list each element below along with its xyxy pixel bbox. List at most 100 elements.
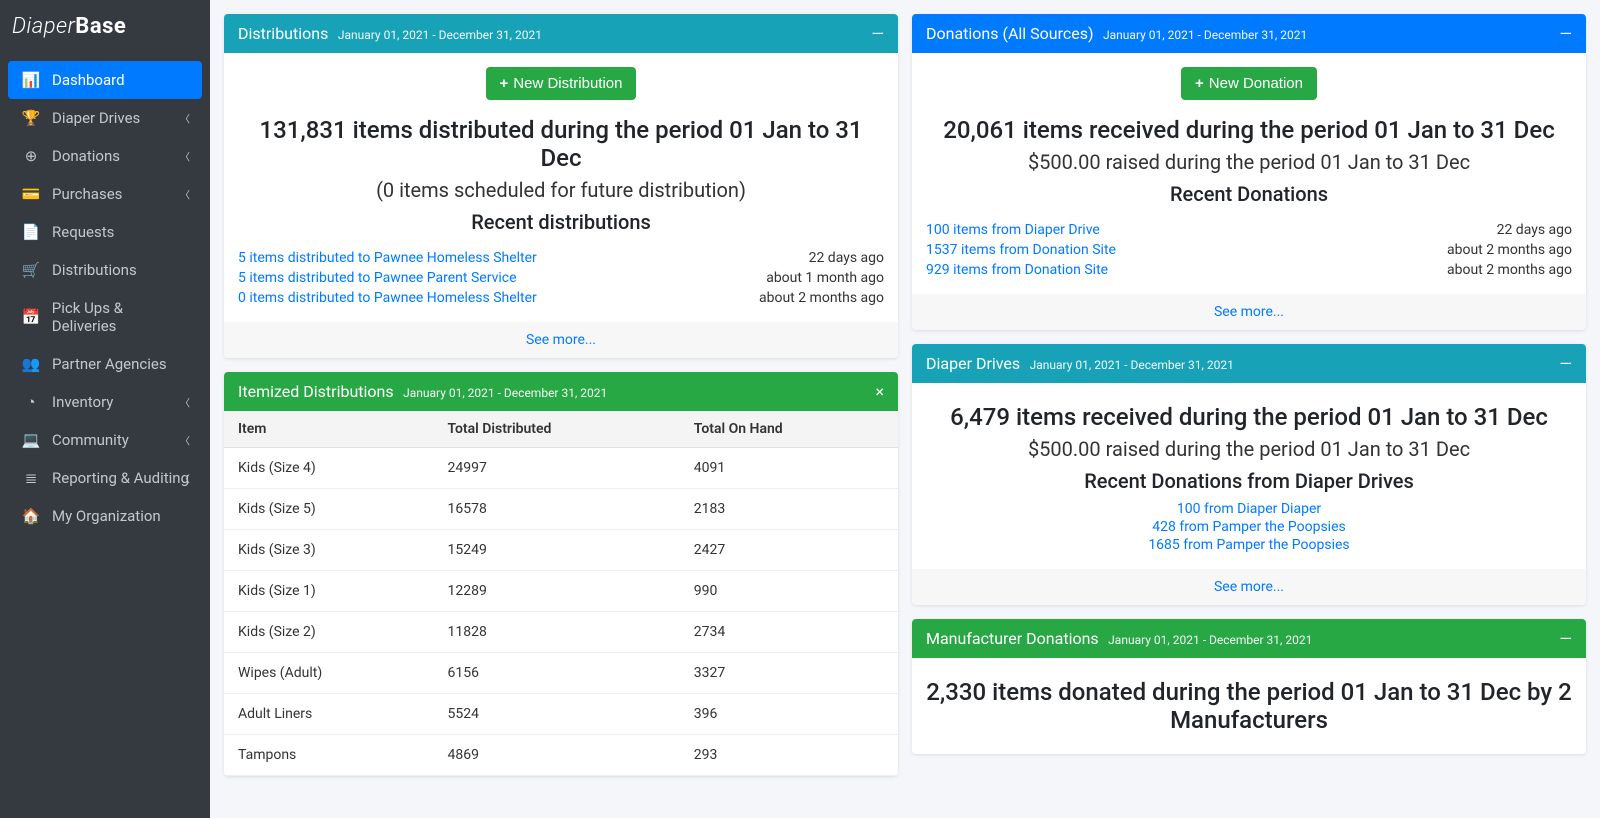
recent-link[interactable]: 5 items distributed to Pawnee Parent Ser… [238, 270, 517, 286]
drives-recent-title: Recent Donations from Diaper Drives [926, 469, 1572, 493]
drive-donation-link[interactable]: 428 from Pamper the Poopsies [926, 519, 1572, 535]
main-content: Distributions January 01, 2021 - Decembe… [210, 0, 1600, 818]
drive-donation-link[interactable]: 1685 from Pamper the Poopsies [926, 537, 1572, 553]
collapse-icon[interactable]: — [1560, 629, 1573, 648]
distributions-daterange: January 01, 2021 - December 31, 2021 [338, 28, 542, 42]
sidebar-item-distributions[interactable]: 🛒 Distributions [8, 251, 202, 289]
sidebar-item-community[interactable]: 💻 Community 〈 [8, 421, 202, 459]
donations-see-more[interactable]: See more... [1214, 304, 1284, 320]
plus-icon: + [1195, 75, 1204, 92]
distributions-sub: (0 items scheduled for future distributi… [238, 178, 884, 202]
table-row: Kids (Size 5)165782183 [224, 489, 898, 530]
sidebar-item-partner-agencies[interactable]: 👥 Partner Agencies [8, 345, 202, 383]
donations-headline: 20,061 items received during the period … [926, 116, 1572, 144]
donations-sub: $500.00 raised during the period 01 Jan … [926, 150, 1572, 174]
diaper-drives-icon: 🏆 [20, 109, 42, 127]
recent-link[interactable]: 929 items from Donation Site [926, 262, 1108, 278]
donations-recent-title: Recent Donations [926, 182, 1572, 206]
sidebar-item-inventory[interactable]: ◔ Inventory 〈 [8, 383, 202, 421]
collapse-icon[interactable]: — [872, 24, 885, 43]
donations-title: Donations (All Sources) [926, 24, 1094, 43]
recent-link[interactable]: 0 items distributed to Pawnee Homeless S… [238, 290, 537, 306]
sidebar-item-reporting-auditing[interactable]: ≣ Reporting & Auditing 〈 [8, 459, 202, 497]
recent-time: about 1 month ago [766, 270, 884, 286]
sidebar-item-label: Reporting & Auditing [52, 469, 189, 487]
itemized-header: Itemized Distributions January 01, 2021 … [224, 372, 898, 411]
drives-see-more[interactable]: See more... [1214, 579, 1284, 595]
chevron-left-icon: 〈 [180, 111, 190, 126]
manufacturer-card: Manufacturer Donations January 01, 2021 … [912, 619, 1586, 754]
recent-time: 22 days ago [809, 250, 884, 266]
recent-time: 22 days ago [1497, 222, 1572, 238]
community-icon: 💻 [20, 431, 42, 449]
collapse-icon[interactable]: — [1560, 354, 1573, 373]
itemized-title: Itemized Distributions [238, 382, 394, 401]
sidebar-item-purchases[interactable]: 💳 Purchases 〈 [8, 175, 202, 213]
table-row: Kids (Size 3)152492427 [224, 530, 898, 571]
sidebar-item-requests[interactable]: 📄 Requests [8, 213, 202, 251]
recent-link[interactable]: 5 items distributed to Pawnee Homeless S… [238, 250, 537, 266]
sidebar-item-donations[interactable]: ⊕ Donations 〈 [8, 137, 202, 175]
distributions-card: Distributions January 01, 2021 - Decembe… [224, 14, 898, 358]
distributions-see-more[interactable]: See more... [526, 332, 596, 348]
itemized-daterange: January 01, 2021 - December 31, 2021 [403, 386, 607, 400]
sidebar-item-label: Requests [52, 223, 114, 241]
drives-daterange: January 01, 2021 - December 31, 2021 [1030, 358, 1234, 372]
manufacturer-headline: 2,330 items donated during the period 01… [926, 678, 1572, 734]
drives-sub: $500.00 raised during the period 01 Jan … [926, 437, 1572, 461]
distributions-headline: 131,831 items distributed during the per… [238, 116, 884, 172]
sidebar-item-label: Dashboard [52, 71, 125, 89]
donations-icon: ⊕ [20, 147, 42, 165]
recent-time: about 2 months ago [1447, 262, 1572, 278]
manufacturer-daterange: January 01, 2021 - December 31, 2021 [1108, 633, 1312, 647]
itemized-table: ItemTotal DistributedTotal On Hand Kids … [224, 411, 898, 776]
sidebar-item-pick-ups-deliveries[interactable]: 📅 Pick Ups & Deliveries [8, 289, 202, 345]
sidebar-item-label: Donations [52, 147, 120, 165]
purchases-icon: 💳 [20, 185, 42, 203]
plus-icon: + [500, 75, 509, 92]
table-row: Wipes (Adult)61563327 [224, 653, 898, 694]
close-icon[interactable]: × [875, 382, 884, 401]
recent-time: about 2 months ago [1447, 242, 1572, 258]
sidebar-item-label: Community [52, 431, 129, 449]
chevron-left-icon: 〈 [180, 471, 190, 486]
table-header: Item [224, 411, 433, 448]
table-row: Kids (Size 4)249974091 [224, 448, 898, 489]
new-donation-button[interactable]: + New Donation [1181, 67, 1317, 100]
sidebar-item-my-organization[interactable]: 🏠 My Organization [8, 497, 202, 535]
sidebar-item-label: Partner Agencies [52, 355, 167, 373]
table-row: Tampons4869293 [224, 735, 898, 776]
manufacturer-title: Manufacturer Donations [926, 629, 1099, 648]
sidebar-item-dashboard[interactable]: 📊 Dashboard [8, 61, 202, 99]
drives-headline: 6,479 items received during the period 0… [926, 403, 1572, 431]
collapse-icon[interactable]: — [1560, 24, 1573, 43]
donations-daterange: January 01, 2021 - December 31, 2021 [1103, 28, 1307, 42]
recent-link[interactable]: 100 items from Diaper Drive [926, 222, 1100, 238]
itemized-card: Itemized Distributions January 01, 2021 … [224, 372, 898, 776]
inventory-icon: ◔ [20, 393, 42, 411]
chevron-left-icon: 〈 [180, 433, 190, 448]
partner-agencies-icon: 👥 [20, 355, 42, 373]
distributions-title: Distributions [238, 24, 328, 43]
my-organization-icon: 🏠 [20, 507, 42, 525]
table-row: Adult Liners5524396 [224, 694, 898, 735]
distributions-header: Distributions January 01, 2021 - Decembe… [224, 14, 898, 53]
donations-card: Donations (All Sources) January 01, 2021… [912, 14, 1586, 330]
drives-header: Diaper Drives January 01, 2021 - Decembe… [912, 344, 1586, 383]
new-distribution-button[interactable]: + New Distribution [486, 67, 637, 100]
sidebar-item-label: Distributions [52, 261, 137, 279]
pick-ups-deliveries-icon: 📅 [20, 308, 42, 326]
sidebar-item-diaper-drives[interactable]: 🏆 Diaper Drives 〈 [8, 99, 202, 137]
table-row: Kids (Size 1)12289990 [224, 571, 898, 612]
donations-header: Donations (All Sources) January 01, 2021… [912, 14, 1586, 53]
recent-link[interactable]: 1537 items from Donation Site [926, 242, 1116, 258]
brand-logo: DiaperBase [0, 0, 210, 53]
table-header: Total On Hand [680, 411, 898, 448]
sidebar: DiaperBase 📊 Dashboard 🏆 Diaper Drives 〈… [0, 0, 210, 818]
recent-time: about 2 months ago [759, 290, 884, 306]
distributions-icon: 🛒 [20, 261, 42, 279]
drive-donation-link[interactable]: 100 from Diaper Diaper [926, 501, 1572, 517]
sidebar-item-label: Inventory [52, 393, 113, 411]
dashboard-icon: 📊 [20, 71, 42, 89]
chevron-left-icon: 〈 [180, 149, 190, 164]
